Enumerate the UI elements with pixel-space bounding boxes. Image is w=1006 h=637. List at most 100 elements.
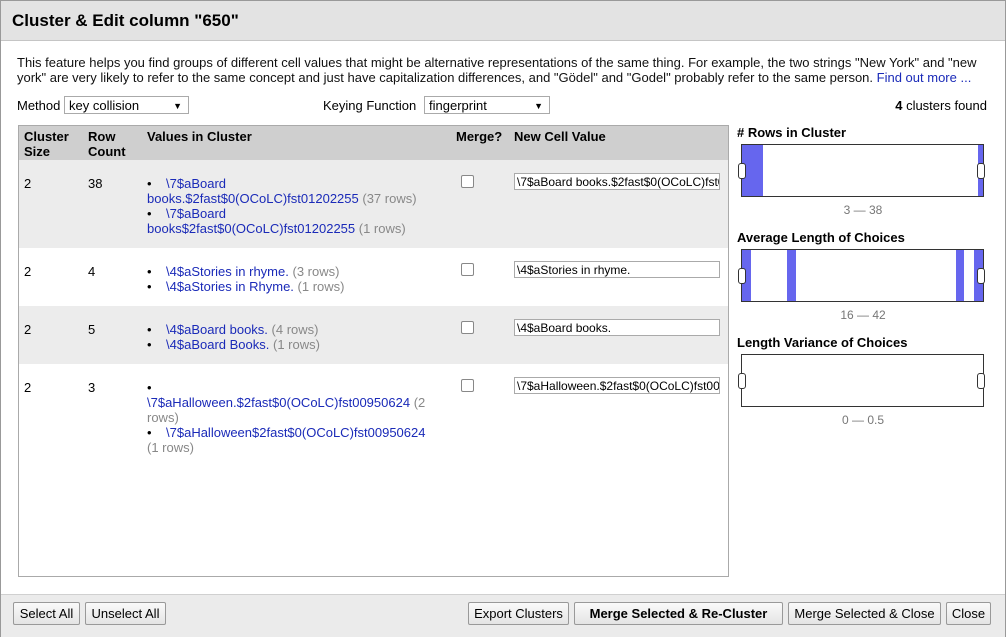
cluster-value-link[interactable]: \7$aBoard books.$2fast$0(OCoLC)fst012022… — [147, 176, 359, 206]
value-row-count: (37 rows) — [362, 191, 417, 206]
method-select-value: key collision — [69, 98, 140, 113]
facet-title: Average Length of Choices — [737, 230, 905, 245]
list-item: • \7$aBoard books$2fast$0(OCoLC)fst01202… — [147, 206, 427, 236]
intro-description: This feature helps you find groups of di… — [17, 55, 977, 85]
clusters-table: Cluster Size Row Count Values in Cluster… — [18, 125, 729, 577]
row-count: 38 — [88, 176, 103, 191]
bullet-icon: • — [147, 380, 152, 395]
chevron-down-icon: ▼ — [534, 101, 543, 111]
row-count: 4 — [88, 264, 96, 279]
keying-function-value: fingerprint — [429, 98, 487, 113]
cluster-size: 2 — [24, 176, 32, 191]
cluster-size: 2 — [24, 380, 32, 395]
table-row: 2 5 • \4$aBoard books. (4 rows) • \4$aBo… — [19, 306, 728, 364]
new-cell-value-input[interactable]: \7$aHalloween.$2fast$0(OCoLC)fst00950624 — [514, 377, 720, 394]
clusters-found-suffix: clusters found — [902, 98, 987, 113]
value-row-count: (4 rows) — [271, 322, 319, 337]
intro-text: This feature helps you find groups of di… — [17, 55, 985, 85]
cluster-values: • \4$aStories in rhyme. (3 rows) • \4$aS… — [147, 264, 427, 294]
select-all-button[interactable]: Select All — [13, 602, 80, 625]
controls-row: Method key collision ▼ Keying Function f… — [17, 96, 987, 116]
bullet-icon: • — [147, 337, 152, 352]
row-count: 5 — [88, 322, 96, 337]
dialog-title: Cluster & Edit column "650" — [1, 1, 1005, 41]
facet-histogram[interactable] — [738, 354, 985, 407]
merge-checkbox[interactable] — [461, 175, 474, 188]
cluster-value-link[interactable]: \7$aBoard books$2fast$0(OCoLC)fst0120225… — [147, 206, 355, 236]
cluster-value-link[interactable]: \4$aBoard Books. — [166, 337, 269, 352]
facet-range: 16 — 42 — [840, 308, 886, 322]
value-row-count: (1 rows) — [147, 440, 194, 455]
cluster-value-link[interactable]: \4$aBoard books. — [166, 322, 268, 337]
list-item: • \7$aHalloween$2fast$0(OCoLC)fst0095062… — [147, 425, 427, 455]
value-row-count: (3 rows) — [292, 264, 340, 279]
cluster-values: • \7$aBoard books.$2fast$0(OCoLC)fst0120… — [147, 176, 427, 236]
bullet-icon: • — [147, 322, 152, 337]
facet-length-variance: Length Variance of Choices 0 — 0.5 — [737, 335, 989, 429]
new-cell-value-input[interactable]: \7$aBoard books.$2fast$0(OCoLC)fst012022… — [514, 173, 720, 190]
cluster-value-link[interactable]: \4$aStories in Rhyme. — [166, 279, 294, 294]
keying-function-select[interactable]: fingerprint ▼ — [424, 96, 550, 114]
range-handle-right[interactable] — [977, 373, 985, 389]
bullet-icon: • — [147, 176, 152, 191]
cluster-edit-dialog: Cluster & Edit column "650" This feature… — [0, 0, 1006, 637]
value-row-count: (1 rows) — [358, 221, 406, 236]
list-item: • \4$aStories in rhyme. (3 rows) — [147, 264, 427, 279]
facet-range: 3 — 38 — [843, 203, 883, 217]
new-cell-value-input[interactable]: \4$aStories in rhyme. — [514, 261, 720, 278]
dialog-footer: Select All Unselect All Export Clusters … — [1, 594, 1005, 637]
range-handle-right[interactable] — [977, 268, 985, 284]
list-item: • \7$aBoard books.$2fast$0(OCoLC)fst0120… — [147, 176, 427, 206]
range-handle-left[interactable] — [738, 163, 746, 179]
table-row: 2 4 • \4$aStories in rhyme. (3 rows) • \… — [19, 248, 728, 306]
facets-panel: # Rows in Cluster 3 — 38 Average Length … — [737, 125, 989, 429]
header-new-value: New Cell Value — [514, 129, 606, 144]
histogram-bar — [956, 250, 964, 301]
facet-range: 0 — 0.5 — [841, 413, 885, 427]
bullet-icon: • — [147, 206, 152, 221]
find-out-more-link[interactable]: Find out more ... — [877, 70, 972, 85]
clusters-found: 4 clusters found — [895, 98, 987, 113]
cluster-value-link[interactable]: \7$aHalloween$2fast$0(OCoLC)fst00950624 — [166, 425, 425, 440]
merge-checkbox[interactable] — [461, 263, 474, 276]
merge-close-button[interactable]: Merge Selected & Close — [788, 602, 941, 625]
facet-histogram[interactable] — [738, 249, 985, 302]
export-clusters-button[interactable]: Export Clusters — [468, 602, 569, 625]
table-row: 2 3 • \7$aHalloween.$2fast$0(OCoLC)fst009… — [19, 364, 728, 464]
bullet-icon: • — [147, 425, 152, 440]
range-handle-left[interactable] — [738, 373, 746, 389]
row-count: 3 — [88, 380, 96, 395]
header-cluster-size: Cluster Size — [24, 129, 69, 159]
bullet-icon: • — [147, 264, 152, 279]
new-cell-value-input[interactable]: \4$aBoard books. — [514, 319, 720, 336]
keying-function-label: Keying Function — [323, 98, 417, 113]
list-item: • \7$aHalloween.$2fast$0(OCoLC)fst0095062… — [147, 380, 427, 425]
cluster-values: • \7$aHalloween.$2fast$0(OCoLC)fst0095062… — [147, 380, 427, 455]
list-item: • \4$aBoard Books. (1 rows) — [147, 337, 427, 352]
range-handle-right[interactable] — [977, 163, 985, 179]
cluster-values: • \4$aBoard books. (4 rows) • \4$aBoard … — [147, 322, 427, 352]
range-handle-left[interactable] — [738, 268, 746, 284]
merge-checkbox[interactable] — [461, 321, 474, 334]
list-item: • \4$aStories in Rhyme. (1 rows) — [147, 279, 427, 294]
cluster-value-link[interactable]: \4$aStories in rhyme. — [166, 264, 289, 279]
cluster-value-link[interactable]: \7$aHalloween.$2fast$0(OCoLC)fst00950624 — [147, 395, 410, 410]
facet-title: Length Variance of Choices — [737, 335, 908, 350]
header-row-count: Row Count — [88, 129, 126, 159]
value-row-count: (1 rows) — [273, 337, 320, 352]
table-row: 2 38 • \7$aBoard books.$2fast$0(OCoLC)fs… — [19, 160, 728, 248]
value-row-count: (1 rows) — [297, 279, 345, 294]
facet-histogram[interactable] — [738, 144, 985, 197]
unselect-all-button[interactable]: Unselect All — [85, 602, 166, 625]
chevron-down-icon: ▼ — [173, 101, 182, 111]
facet-average-length: Average Length of Choices 16 — 42 — [737, 230, 989, 324]
header-values: Values in Cluster — [147, 129, 252, 144]
method-label: Method — [17, 98, 61, 113]
facet-rows-in-cluster: # Rows in Cluster 3 — 38 — [737, 125, 989, 219]
table-header: Cluster Size Row Count Values in Cluster… — [19, 126, 728, 160]
merge-recluster-button[interactable]: Merge Selected & Re-Cluster — [574, 602, 783, 625]
method-select[interactable]: key collision ▼ — [64, 96, 189, 114]
header-merge: Merge? — [456, 129, 503, 144]
close-button[interactable]: Close — [946, 602, 991, 625]
merge-checkbox[interactable] — [461, 379, 474, 392]
